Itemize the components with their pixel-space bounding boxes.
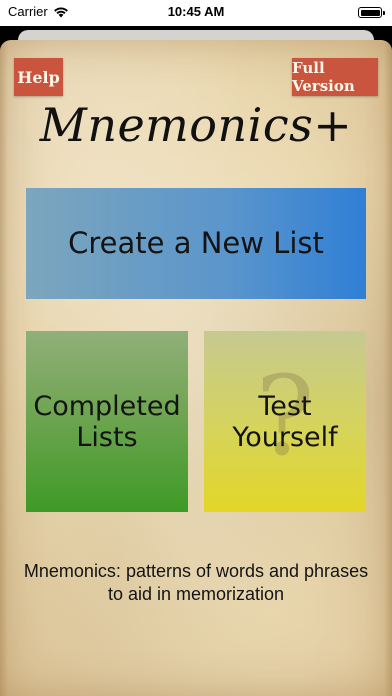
help-button[interactable]: Help — [14, 58, 63, 96]
test-yourself-label-line2: Yourself — [232, 421, 338, 453]
battery-icon — [358, 7, 385, 18]
app-title: Mnemonics+ — [39, 98, 353, 152]
status-time: 10:45 AM — [167, 4, 225, 19]
tagline: Mnemonics: patterns of words and phrases… — [23, 561, 369, 604]
completed-lists-button[interactable]: Completed Lists — [26, 331, 188, 512]
full-version-button[interactable]: Full Version — [292, 58, 378, 96]
main-sheet: Help Full Version Mnemonics+ Create a Ne… — [0, 40, 392, 696]
status-right — [358, 7, 385, 18]
test-yourself-label: Test Yourself — [232, 391, 337, 453]
completed-lists-label-line2: Lists — [76, 421, 138, 453]
status-bar: Carrier 10:45 AM — [0, 0, 392, 26]
test-yourself-button[interactable]: ? Test Yourself — [204, 331, 366, 512]
create-new-list-button[interactable]: Create a New List — [26, 188, 366, 299]
create-new-list-label: Create a New List — [68, 226, 324, 260]
completed-lists-label: Completed Lists — [33, 391, 180, 453]
completed-lists-label-line1: Completed — [33, 390, 181, 422]
test-yourself-label-line1: Test — [258, 390, 312, 422]
